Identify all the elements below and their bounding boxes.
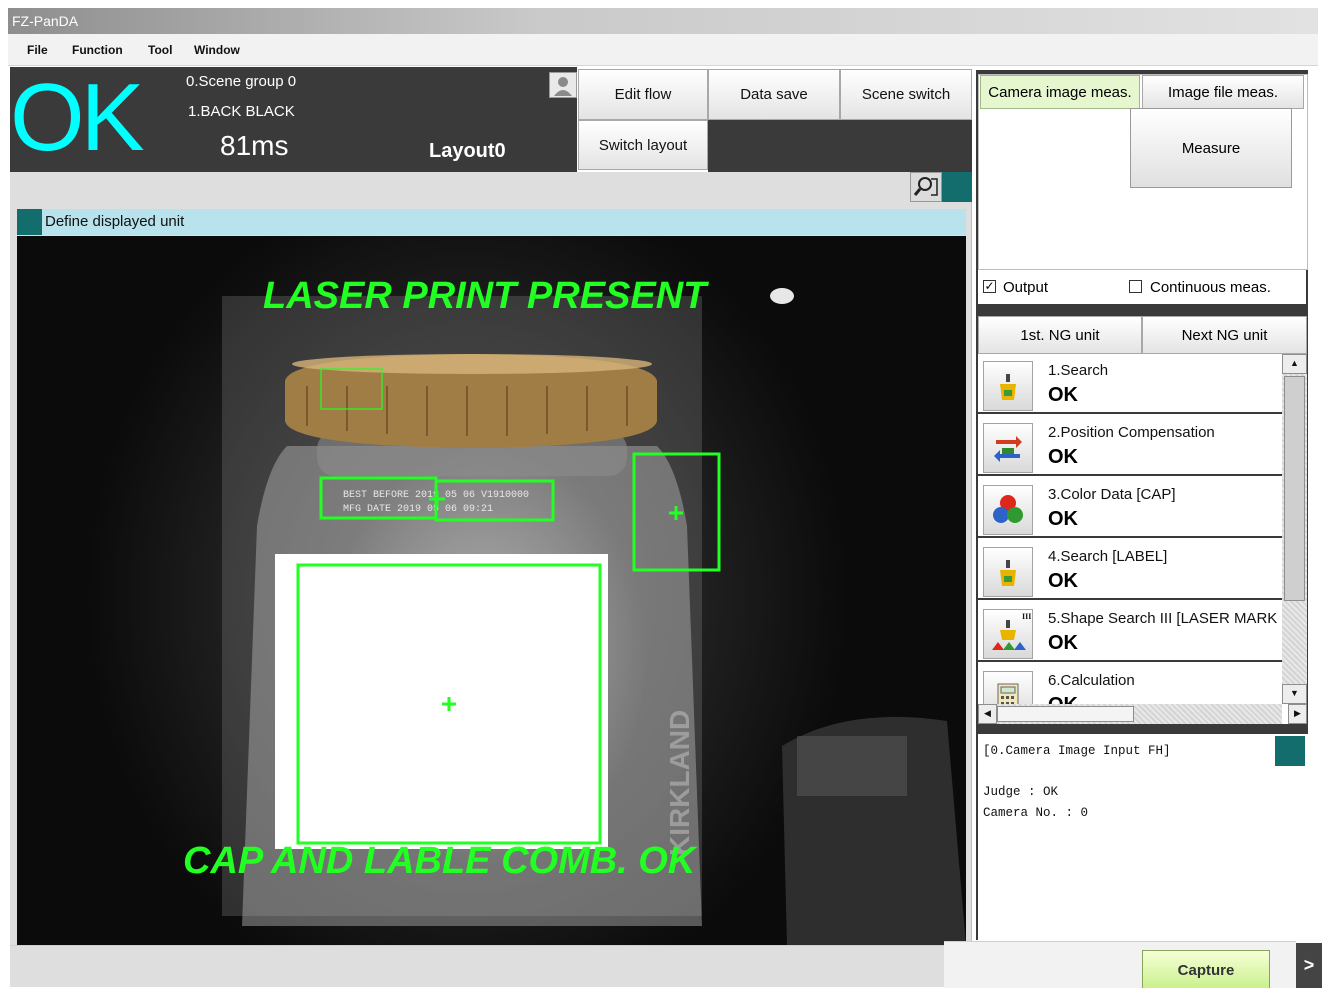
horizontal-scroll-thumb[interactable] xyxy=(997,706,1134,722)
detail-camera-no: Camera No. : 0 xyxy=(983,806,1089,820)
unit-row-search[interactable]: 1.Search OK xyxy=(978,354,1282,414)
overlay-cap-label-text: CAP AND LABLE COMB. OK xyxy=(183,840,698,882)
shape-search-icon: III xyxy=(983,609,1033,659)
detail-header: [0.Camera Image Input FH] xyxy=(983,744,1171,758)
window-title: FZ-PanDA xyxy=(8,8,1318,34)
search-unit-icon xyxy=(983,547,1033,597)
scene-switch-button[interactable]: Scene switch xyxy=(840,69,972,120)
display-unit-marker xyxy=(17,209,42,235)
search-unit-icon xyxy=(983,361,1033,411)
unit-row-position-compensation[interactable]: 2.Position Compensation OK xyxy=(978,416,1282,476)
unit-judge: OK xyxy=(1048,632,1078,654)
continuous-meas-checkbox[interactable] xyxy=(1129,280,1142,293)
svg-text:III: III xyxy=(1022,612,1031,621)
image-status-strip xyxy=(10,945,945,987)
unit-row-color-data[interactable]: 3.Color Data [CAP] OK xyxy=(978,478,1282,538)
display-settings-toggle[interactable] xyxy=(942,172,972,202)
first-ng-unit-button[interactable]: 1st. NG unit xyxy=(978,316,1142,354)
scroll-up-icon[interactable]: ▲ xyxy=(1282,354,1307,374)
menu-bar: File Function Tool Window xyxy=(8,34,1318,66)
vertical-scroll-thumb[interactable] xyxy=(1284,376,1305,601)
menu-window[interactable]: Window xyxy=(194,34,240,66)
next-ng-unit-button[interactable]: Next NG unit xyxy=(1142,316,1307,354)
zoom-icon[interactable] xyxy=(910,172,942,202)
detail-settings-toggle[interactable] xyxy=(1275,736,1305,766)
tab-camera-image-meas[interactable]: Camera image meas. xyxy=(980,75,1140,109)
edit-flow-button[interactable]: Edit flow xyxy=(578,69,708,120)
output-label: Output xyxy=(1003,279,1049,296)
color-data-icon xyxy=(983,485,1033,535)
detail-judge: Judge : OK xyxy=(983,785,1059,799)
measure-button[interactable]: Measure xyxy=(1130,108,1292,188)
unit-list: 1.Search OK 2.Position Compensation OK 3… xyxy=(978,354,1307,724)
unit-judge: OK xyxy=(1048,508,1078,530)
menu-function[interactable]: Function xyxy=(72,34,123,66)
print-line-2: MFG DATE 2019 05 06 09:21 xyxy=(343,504,493,515)
continuous-meas-label: Continuous meas. xyxy=(1150,279,1271,296)
unit-name: 3.Color Data [CAP] xyxy=(1048,486,1176,503)
unit-judge: OK xyxy=(1048,570,1078,592)
layout-name: Layout0 xyxy=(429,140,506,162)
user-icon[interactable] xyxy=(549,72,577,98)
tab-image-file-meas[interactable]: Image file meas. xyxy=(1142,75,1304,109)
position-compensation-icon xyxy=(983,423,1033,473)
scene-label: 1.BACK BLACK xyxy=(188,103,295,120)
display-unit-label: Define displayed unit xyxy=(45,213,185,230)
capture-button[interactable]: Capture xyxy=(1142,950,1270,988)
unit-name: 1.Search xyxy=(1048,362,1109,379)
unit-judge: OK xyxy=(1048,446,1078,468)
camera-image[interactable]: BEST BEFORE 2019 05 06 V1910000 MFG DATE… xyxy=(17,236,966,945)
unit-judge: OK xyxy=(1048,384,1078,406)
detail-result-box xyxy=(978,734,1308,941)
header-filler xyxy=(708,120,972,172)
overlay-laser-print-text: LASER PRINT PRESENT xyxy=(263,275,709,317)
unit-row-shape-search[interactable]: III 5.Shape Search III [LASER MARK OK xyxy=(978,602,1282,662)
switch-layout-button[interactable]: Switch layout xyxy=(578,120,708,170)
scroll-right-icon[interactable]: ▶ xyxy=(1288,704,1307,724)
menu-tool[interactable]: Tool xyxy=(148,34,172,66)
scene-group-label: 0.Scene group 0 xyxy=(186,73,297,90)
data-save-button[interactable]: Data save xyxy=(708,69,840,120)
scroll-left-icon[interactable]: ◀ xyxy=(978,704,997,724)
unit-name: 5.Shape Search III [LASER MARK xyxy=(1048,610,1278,627)
processing-time: 81ms xyxy=(220,130,289,161)
svg-text:KIRKLAND: KIRKLAND xyxy=(664,710,695,856)
output-checkbox[interactable]: ✓ xyxy=(983,280,996,293)
unit-name: 4.Search [LABEL] xyxy=(1048,548,1168,565)
unit-name: 2.Position Compensation xyxy=(1048,424,1215,441)
expand-button[interactable]: > xyxy=(1296,943,1322,988)
unit-name: 6.Calculation xyxy=(1048,672,1135,689)
unit-row-search-label[interactable]: 4.Search [LABEL] OK xyxy=(978,540,1282,600)
menu-file[interactable]: File xyxy=(27,34,48,66)
scroll-down-icon[interactable]: ▼ xyxy=(1282,684,1307,704)
overall-judge: OK xyxy=(10,64,145,171)
